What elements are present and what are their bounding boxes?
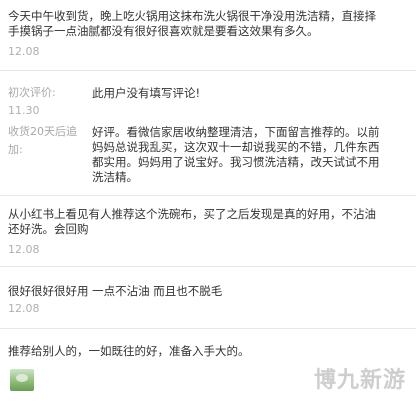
followup-text-line: 洗洁精。 [92,170,138,184]
divider [0,266,416,267]
review-text-line: 今天中午收到货，晚上吃火锅用这抹布洗火锅很干净没用洗洁精，直接择 [8,9,376,23]
review-text-line: 还好洗。会回购 [8,222,89,236]
review-date: 12.08 [8,302,40,315]
first-review-text: 此用户没有填写评论! [92,86,201,100]
followup-text-line: 好评。看微信家居收纳整理清洁，下面留言推荐的。以前 [92,125,380,139]
first-review-time: 11.30 [8,104,40,117]
review-date: 12.08 [8,243,40,256]
review-text-line: 很好很好很好用 一点不沾油 而且也不脱毛 [8,284,223,298]
watermark: 博九新游 [313,368,406,393]
divider [0,70,416,71]
followup-label-line: 收货20天后追 [8,125,77,138]
review-text-line: 手摸锅子一点油腻都没有很好很喜欢就是要看这效果有多久。 [8,24,319,38]
followup-text-line: 妈妈总说我乱买，这次双十一却说我买的不错，几件东西 [92,140,380,154]
review-text-line: 从小红书上看见有人推荐这个洗碗布，买了之后发现是真的好用，不沾油 [8,207,376,221]
review-date: 12.08 [8,45,40,58]
first-review-label: 初次评价: [8,86,56,99]
followup-text-line: 都实用。妈妈用了说宝好。我习惯洗洁精，改天试试不用 [92,155,380,169]
followup-label-line: 加: [8,143,23,156]
divider [0,328,416,329]
review-text-line: 推荐给别人的，一如既往的好，准备入手大的。 [8,344,250,358]
review-photo-thumbnail[interactable] [10,369,34,391]
divider [0,195,416,196]
